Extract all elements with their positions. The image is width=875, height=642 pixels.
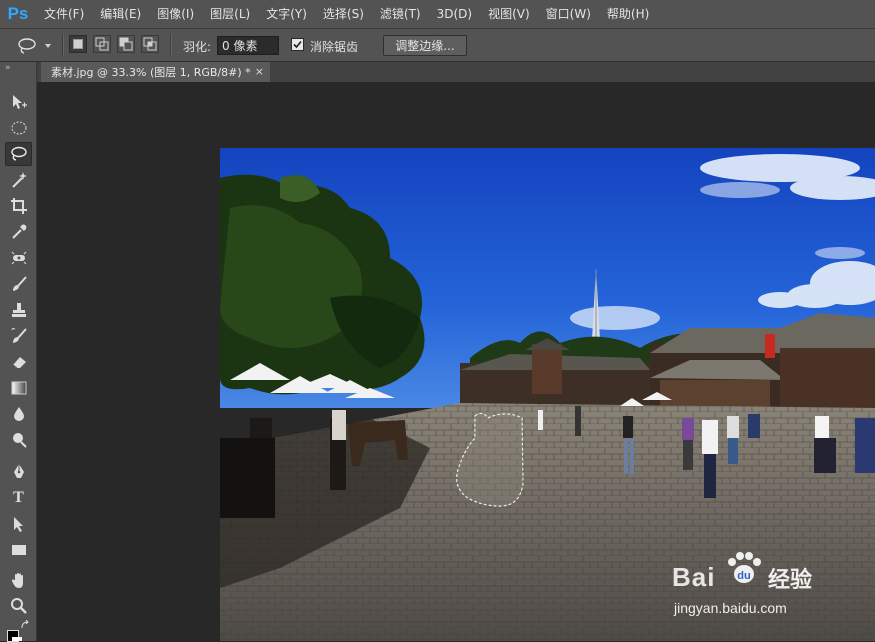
gradient-tool[interactable] (5, 376, 32, 400)
new-selection-icon (73, 39, 83, 49)
feather-input[interactable] (217, 36, 279, 55)
menu-layer[interactable]: 图层(L) (202, 0, 258, 28)
watermark-brand: Bai (672, 562, 716, 592)
photoshop-logo: Ps (7, 4, 29, 23)
blur-tool[interactable] (5, 402, 32, 426)
path-selection-tool[interactable] (5, 512, 32, 536)
document-tab-title: 素材.jpg @ 33.3% (图层 1, RGB/8#) * (51, 66, 251, 79)
menu-help[interactable]: 帮助(H) (599, 0, 657, 28)
menu-edit[interactable]: 编辑(E) (92, 0, 149, 28)
options-bar: 羽化: 消除锯齿 调整边缘... (0, 28, 875, 62)
intersect-selection-icon (143, 37, 157, 51)
history-brush-icon (11, 328, 27, 343)
tools-panel: » T (0, 62, 37, 642)
menu-type[interactable]: 文字(Y) (258, 0, 315, 28)
new-selection-button[interactable] (69, 35, 87, 53)
divider (62, 34, 64, 57)
brush-tool[interactable] (5, 272, 32, 296)
hand-tool[interactable] (5, 568, 32, 592)
move-icon (12, 95, 27, 109)
intersect-selection-button[interactable] (141, 35, 159, 53)
drop-icon (13, 407, 24, 421)
elliptical-marquee-icon (11, 121, 26, 135)
menu-file[interactable]: 文件(F) (36, 0, 92, 28)
subtract-selection-icon (119, 37, 133, 51)
pen-tool[interactable] (5, 460, 32, 484)
divider (170, 34, 172, 57)
checkmark-icon (293, 40, 302, 49)
swap-colors-icon[interactable] (20, 620, 30, 630)
collapse-panel-button[interactable]: » (0, 62, 36, 74)
move-tool[interactable] (5, 90, 32, 114)
feather-label: 羽化: (183, 40, 212, 54)
rectangle-tool[interactable] (5, 538, 32, 562)
paw-icon: du (728, 552, 761, 583)
watermark-brand-cn: 经验 (768, 568, 813, 593)
menu-filter[interactable]: 滤镜(T) (372, 0, 429, 28)
pen-icon (13, 464, 24, 478)
refine-edge-button[interactable]: 调整边缘... (383, 35, 467, 56)
magic-wand-tool[interactable] (5, 168, 32, 192)
crop-icon (10, 198, 27, 214)
close-icon[interactable]: × (255, 65, 264, 78)
clone-stamp-tool[interactable] (5, 298, 32, 322)
dodge-tool[interactable] (5, 428, 32, 452)
history-brush-tool[interactable] (5, 324, 32, 348)
type-icon: T (13, 489, 24, 506)
stamp-icon (11, 303, 26, 317)
baidu-watermark: Bai du 经验 jingyan.baidu.com (672, 548, 832, 620)
marquee-tool[interactable] (5, 116, 32, 140)
eraser-tool[interactable] (5, 350, 32, 374)
menu-3d[interactable]: 3D(D) (429, 0, 480, 28)
add-to-selection-button[interactable] (93, 35, 111, 53)
bandage-icon (11, 251, 26, 265)
healing-brush-tool[interactable] (5, 246, 32, 270)
magic-wand-icon (11, 172, 27, 188)
watermark-url: jingyan.baidu.com (674, 600, 787, 616)
menu-image[interactable]: 图像(I) (149, 0, 202, 28)
menu-bar: Ps 文件(F) 编辑(E) 图像(I) 图层(L) 文字(Y) 选择(S) 滤… (0, 0, 875, 28)
antialias-label: 消除锯齿 (310, 40, 359, 54)
tool-preset-picker[interactable] (16, 35, 58, 56)
add-selection-icon (95, 37, 109, 51)
lasso-icon (18, 37, 36, 54)
dodge-icon (12, 433, 27, 448)
arrow-pointer-icon (13, 517, 23, 532)
gradient-icon (11, 381, 26, 395)
lasso-icon (10, 146, 27, 161)
background-color-swatch[interactable] (12, 637, 22, 641)
document-tab[interactable]: 素材.jpg @ 33.3% (图层 1, RGB/8#) * × (41, 62, 270, 82)
crop-tool[interactable] (5, 194, 32, 218)
subtract-selection-button[interactable] (117, 35, 135, 53)
eyedropper-icon (11, 224, 26, 239)
eyedropper-tool[interactable] (5, 220, 32, 244)
rectangle-shape-icon (11, 545, 26, 555)
antialias-checkbox[interactable] (291, 38, 304, 51)
eraser-icon (12, 357, 26, 369)
menu-view[interactable]: 视图(V) (480, 0, 538, 28)
hand-icon (11, 573, 23, 588)
menu-select[interactable]: 选择(S) (315, 0, 372, 28)
document-tab-bar: 素材.jpg @ 33.3% (图层 1, RGB/8#) * × (37, 62, 875, 82)
magnifier-icon (10, 598, 27, 614)
color-swatches[interactable] (5, 620, 32, 642)
menu-window[interactable]: 窗口(W) (538, 0, 599, 28)
svg-text:du: du (737, 570, 750, 582)
chevron-down-icon (45, 43, 51, 48)
lasso-tool[interactable] (5, 142, 32, 166)
zoom-tool[interactable] (5, 594, 32, 618)
type-tool[interactable]: T (5, 486, 32, 510)
brush-icon (12, 276, 27, 291)
